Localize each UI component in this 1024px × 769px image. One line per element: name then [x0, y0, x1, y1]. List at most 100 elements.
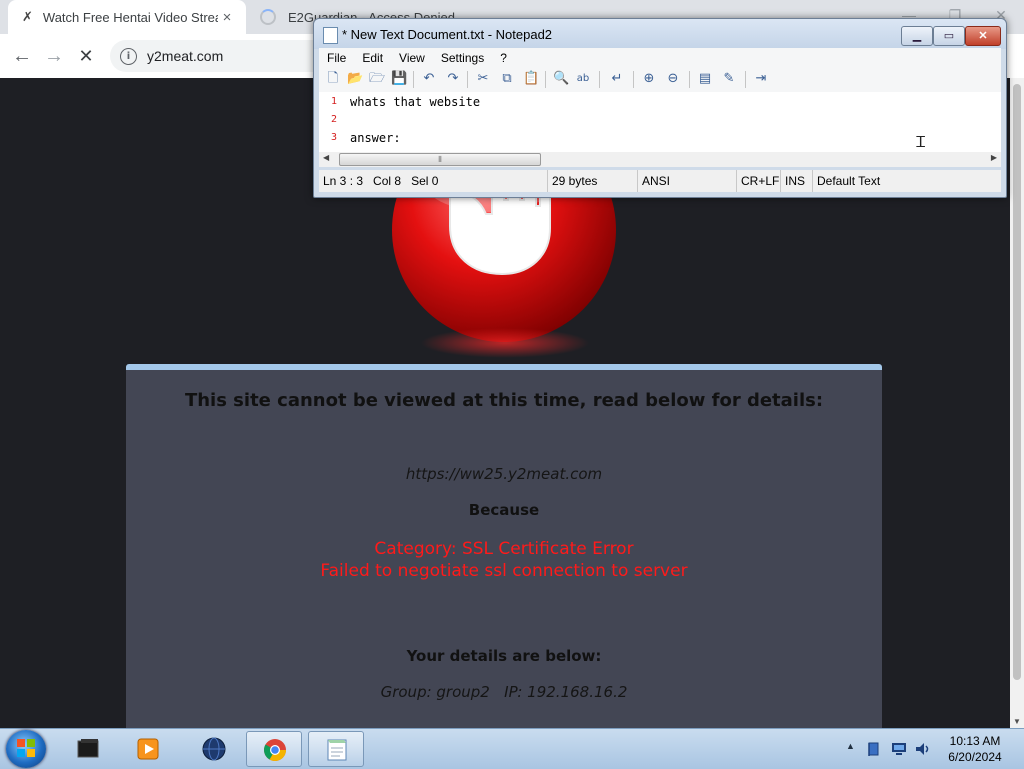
cut-icon[interactable]: ✂	[475, 71, 491, 87]
loading-spinner-icon	[260, 9, 276, 25]
line-number: 2	[330, 114, 337, 125]
replace-icon[interactable]: ab	[575, 71, 591, 87]
toolbar-separator	[745, 71, 746, 88]
blocked-url: https://ww25.y2meat.com	[405, 465, 603, 483]
notepad-menu-bar: File Edit View Settings ?	[319, 48, 1001, 67]
globe-app-icon	[202, 737, 226, 761]
status-position-group: Ln 3 : 3 Col 8 Sel 0	[319, 170, 548, 192]
line-number: 1	[330, 96, 337, 107]
network-icon[interactable]	[890, 741, 908, 757]
status-line: Ln 3 : 3	[323, 174, 364, 188]
editor-line: 2	[319, 111, 1001, 129]
text-cursor-icon: Ꮖ	[916, 133, 926, 151]
status-encoding[interactable]: ANSI	[638, 170, 737, 192]
show-hidden-icons-button[interactable]: ▲	[846, 741, 855, 751]
start-button[interactable]	[6, 730, 46, 768]
open-icon[interactable]: 📂	[347, 71, 363, 87]
exit-icon[interactable]: ⇥	[753, 71, 769, 87]
address-url[interactable]: y2meat.com	[147, 48, 223, 64]
computer-app-icon	[77, 739, 99, 758]
redo-icon[interactable]: ↷	[445, 71, 461, 87]
taskbar-app[interactable]	[60, 731, 116, 767]
clock-date: 6/20/2024	[948, 750, 1002, 764]
editor-line: 1 whats that website	[319, 93, 1001, 111]
notepad-toolbar: 🗋 📂 🗁 💾 ↶ ↷ ✂ ⧉ 📋 🔍 ab ↵ ⊕ ⊖ ▤ ✎ ⇥	[319, 67, 1001, 93]
windows-taskbar: ▲ 10:13 AM 6/20/2024	[0, 728, 1024, 769]
zoom-in-icon[interactable]: ⊕	[641, 71, 657, 87]
status-insert-mode[interactable]: INS	[781, 170, 813, 192]
details-title: Your details are below:	[406, 647, 602, 665]
notepad2-window: * New Text Document.txt - Notepad2 ▁ ▭ ✕…	[313, 18, 1007, 198]
save-icon[interactable]: 💾	[391, 71, 407, 87]
horizontal-scroll-thumb[interactable]: ⦀	[339, 153, 541, 166]
menu-view[interactable]: View	[391, 51, 433, 65]
status-selection: Sel 0	[411, 174, 439, 188]
notepad-title-bar[interactable]: * New Text Document.txt - Notepad2 ▁ ▭ ✕	[314, 19, 1006, 49]
toolbar-separator	[633, 71, 634, 88]
tab-active[interactable]: ✗ Watch Free Hentai Video Stream ×	[8, 0, 246, 34]
action-center-flag-icon[interactable]	[866, 741, 882, 757]
block-reason: Failed to negotiate ssl connection to se…	[320, 561, 688, 581]
clock-time: 10:13 AM	[949, 734, 1001, 748]
customize-icon[interactable]: ✎	[721, 71, 737, 87]
notepad-maximize-button[interactable]: ▭	[933, 26, 965, 46]
back-button[interactable]: ←	[8, 42, 36, 70]
page-scroll-thumb[interactable]	[1013, 84, 1021, 680]
notepad-app-icon[interactable]	[323, 27, 338, 44]
paste-icon[interactable]: 📋	[523, 71, 539, 87]
copy-icon[interactable]: ⧉	[499, 71, 515, 87]
editor-horizontal-scrollbar[interactable]: ◀ ⦀ ▶	[319, 152, 1001, 167]
tab-close-icon[interactable]: ×	[218, 9, 236, 26]
browse-icon[interactable]: 🗁	[369, 71, 385, 87]
scroll-right-arrow-icon[interactable]: ▶	[991, 153, 997, 162]
because-label: Because	[468, 501, 540, 519]
notepad-editor[interactable]: 1 whats that website 2 3 answer: Ꮖ	[319, 92, 1001, 152]
line-number: 3	[330, 132, 337, 143]
media-player-app-icon	[137, 738, 159, 760]
status-column: Col 8	[373, 174, 402, 188]
undo-icon[interactable]: ↶	[421, 71, 437, 87]
menu-settings[interactable]: Settings	[433, 51, 492, 65]
status-size: 29 bytes	[548, 170, 638, 192]
notepad-minimize-button[interactable]: ▁	[901, 26, 933, 46]
status-line-endings[interactable]: CR+LF	[737, 170, 781, 192]
block-notice-panel: This site cannot be viewed at this time,…	[126, 364, 882, 728]
status-scheme[interactable]: Default Text	[813, 170, 1001, 192]
line-text[interactable]: whats that website	[350, 93, 480, 111]
toolbar-separator	[545, 71, 546, 88]
windows-logo-icon	[17, 739, 35, 757]
zoom-out-icon[interactable]: ⊖	[665, 71, 681, 87]
block-category: Category: SSL Certificate Error	[374, 539, 634, 559]
editor-line: 3 answer:	[319, 129, 1001, 147]
notepad-window-title: * New Text Document.txt - Notepad2	[342, 27, 553, 42]
menu-help[interactable]: ?	[492, 51, 515, 65]
taskbar-app-active[interactable]	[308, 731, 364, 767]
notepad-close-button[interactable]: ✕	[965, 26, 1001, 46]
new-icon[interactable]: 🗋	[325, 71, 341, 87]
toolbar-separator	[599, 71, 600, 88]
line-text[interactable]: answer:	[350, 129, 401, 147]
stop-sign-glow	[420, 328, 590, 358]
page-scrollbar[interactable]: ▼	[1010, 78, 1024, 728]
scheme-icon[interactable]: ▤	[697, 71, 713, 87]
notepad2-app-icon	[327, 739, 347, 761]
site-info-icon[interactable]: i	[120, 47, 137, 65]
taskbar-app-active[interactable]	[246, 731, 302, 767]
volume-icon[interactable]	[914, 741, 932, 757]
block-heading: This site cannot be viewed at this time,…	[184, 390, 824, 411]
wrap-icon[interactable]: ↵	[609, 71, 625, 87]
find-icon[interactable]: 🔍	[553, 71, 569, 87]
taskbar-app[interactable]	[120, 731, 176, 767]
scroll-left-arrow-icon[interactable]: ◀	[323, 153, 329, 162]
group-ip-details: Group: group2 IP: 192.168.16.2	[380, 683, 628, 701]
taskbar-app[interactable]	[186, 731, 242, 767]
menu-file[interactable]: File	[319, 51, 354, 65]
tab-title: Watch Free Hentai Video Stream	[42, 9, 218, 25]
scroll-down-arrow-icon[interactable]: ▼	[1013, 717, 1021, 726]
stop-loading-button[interactable]: ✕	[72, 42, 100, 70]
chrome-app-icon	[264, 739, 286, 761]
system-clock[interactable]: 10:13 AM 6/20/2024	[940, 733, 1010, 765]
menu-edit[interactable]: Edit	[354, 51, 391, 65]
forward-button[interactable]: →	[40, 42, 68, 70]
toolbar-separator	[413, 71, 414, 88]
